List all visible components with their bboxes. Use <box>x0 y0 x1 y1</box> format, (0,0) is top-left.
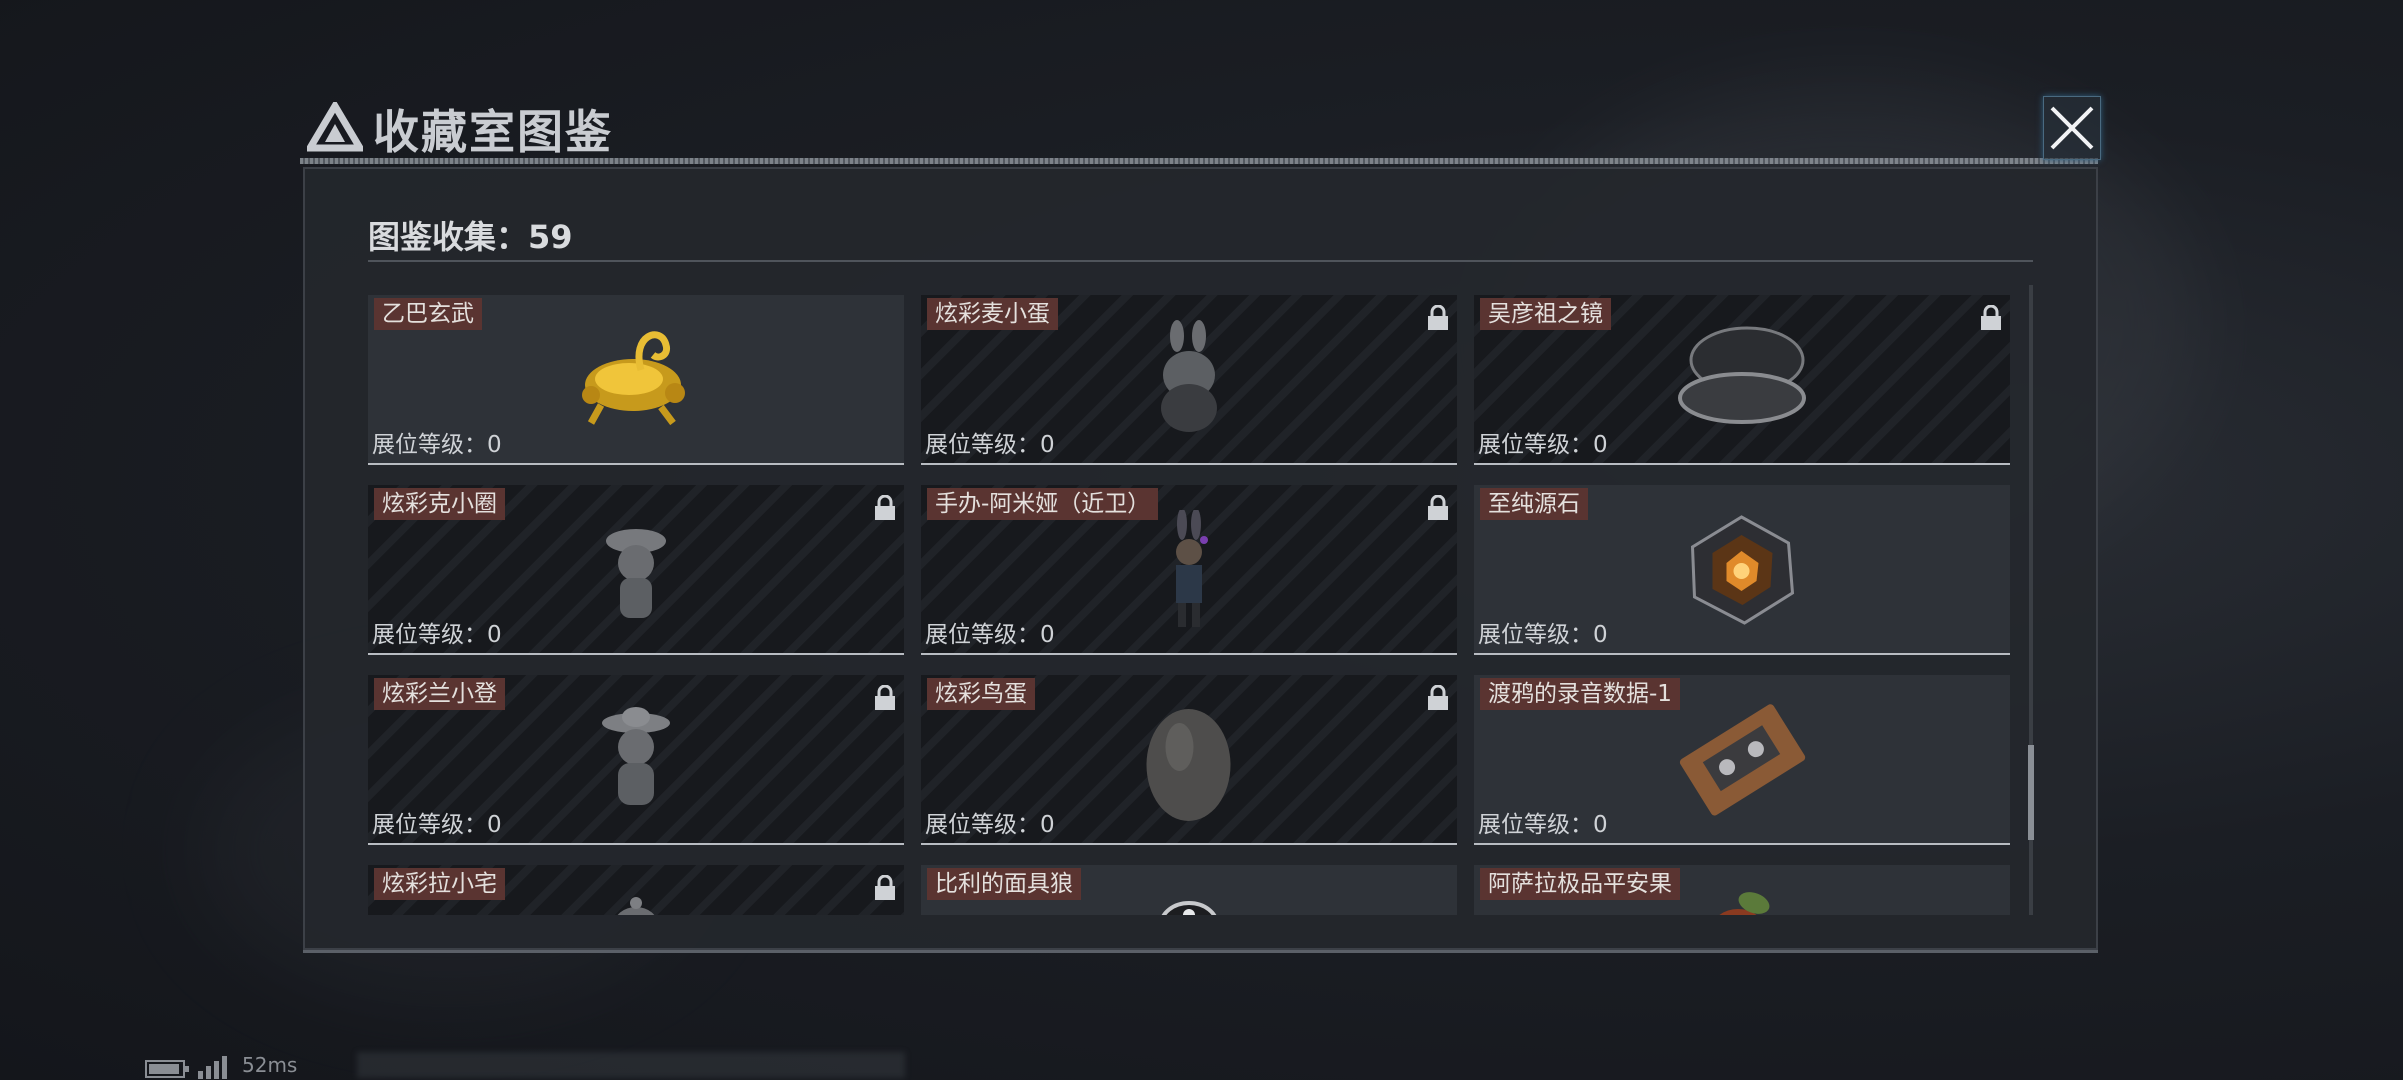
item-card[interactable]: 阿萨拉极品平安果 <box>1474 865 2010 915</box>
item-name: 炫彩克小圈 <box>374 488 505 520</box>
display-level: 展位等级：0 <box>372 812 502 838</box>
triangle-logo-icon <box>307 102 363 152</box>
item-card[interactable]: 乙巴玄武 展位等级：0 <box>368 295 904 465</box>
item-card[interactable]: 炫彩兰小登 展位等级：0 <box>368 675 904 845</box>
window-title-bar: 收藏室图鉴 <box>295 92 2105 159</box>
item-name: 至纯源石 <box>1480 488 1588 520</box>
lock-icon <box>875 495 895 520</box>
golden-dragon-turtle-icon <box>582 331 685 426</box>
item-name: 乙巴玄武 <box>374 298 482 330</box>
item-name: 炫彩麦小蛋 <box>927 298 1058 330</box>
item-card[interactable]: 炫彩拉小宅 <box>368 865 904 915</box>
lock-icon <box>875 875 895 900</box>
lock-icon <box>1428 495 1448 520</box>
collection-divider <box>368 260 2033 262</box>
display-level: 展位等级：0 <box>372 622 502 648</box>
title-divider <box>300 158 2098 164</box>
item-name: 手办-阿米娅（近卫） <box>927 488 1159 520</box>
display-level: 展位等级：0 <box>925 622 1055 648</box>
wolf-mask-icon <box>1161 901 1217 915</box>
cassette-tape-icon <box>1679 704 1806 816</box>
figure-icon <box>617 897 655 915</box>
item-card[interactable]: 炫彩麦小蛋 展位等级：0 <box>921 295 1457 465</box>
lock-icon <box>875 685 895 710</box>
lock-icon <box>1428 305 1448 330</box>
display-level: 展位等级：0 <box>1478 432 1608 458</box>
sombrero-figure-icon <box>602 707 670 805</box>
signal-icon <box>198 1056 227 1079</box>
item-name: 炫彩鸟蛋 <box>927 678 1035 710</box>
display-level: 展位等级：0 <box>925 812 1055 838</box>
item-card[interactable]: 手办-阿米娅（近卫） 展位等级：0 <box>921 485 1457 655</box>
display-level: 展位等级：0 <box>372 432 502 458</box>
blurred-status-text <box>357 1052 905 1078</box>
item-grid[interactable]: 乙巴玄武 展位等级：0 炫彩麦小蛋 展位等级：0 吴彦祖之镜 展位等级：0 炫彩… <box>368 295 2018 915</box>
item-card[interactable]: 至纯源石 展位等级：0 <box>1474 485 2010 655</box>
apple-icon <box>1719 892 1770 915</box>
item-name: 比利的面具狼 <box>927 868 1081 900</box>
hat-figure-icon <box>606 529 666 618</box>
item-name: 炫彩拉小宅 <box>374 868 505 900</box>
close-icon <box>2050 106 2094 150</box>
close-button[interactable] <box>2043 96 2101 160</box>
compact-mirror-icon <box>1678 326 1806 424</box>
item-card[interactable]: 炫彩鸟蛋 展位等级：0 <box>921 675 1457 845</box>
item-card[interactable]: 吴彦祖之镜 展位等级：0 <box>1474 295 2010 465</box>
panel-bottom-edge <box>303 950 2098 953</box>
item-name: 炫彩兰小登 <box>374 678 505 710</box>
item-card[interactable]: 炫彩克小圈 展位等级：0 <box>368 485 904 655</box>
display-level: 展位等级：0 <box>1478 622 1608 648</box>
item-name: 渡鸦的录音数据-1 <box>1480 678 1680 710</box>
battery-icon <box>145 1060 189 1078</box>
lock-icon <box>1981 305 2001 330</box>
scrollbar-thumb[interactable] <box>2028 745 2034 840</box>
window-title: 收藏室图鉴 <box>373 105 613 159</box>
item-card[interactable]: 渡鸦的录音数据-1 展位等级：0 <box>1474 675 2010 845</box>
item-name: 吴彦祖之镜 <box>1480 298 1611 330</box>
item-card[interactable]: 比利的面具狼 <box>921 865 1457 915</box>
originium-crystal-icon <box>1690 515 1795 625</box>
bunny-egg-figure-icon <box>1161 320 1217 432</box>
egg-icon <box>1146 709 1231 821</box>
lock-icon <box>1428 685 1448 710</box>
display-level: 展位等级：0 <box>1478 812 1608 838</box>
collection-count: 图鉴收集：59 <box>368 218 573 256</box>
latency-readout: 52ms <box>242 1053 298 1077</box>
display-level: 展位等级：0 <box>925 432 1055 458</box>
amiya-figure-icon <box>1176 510 1208 627</box>
item-name: 阿萨拉极品平安果 <box>1480 868 1680 900</box>
